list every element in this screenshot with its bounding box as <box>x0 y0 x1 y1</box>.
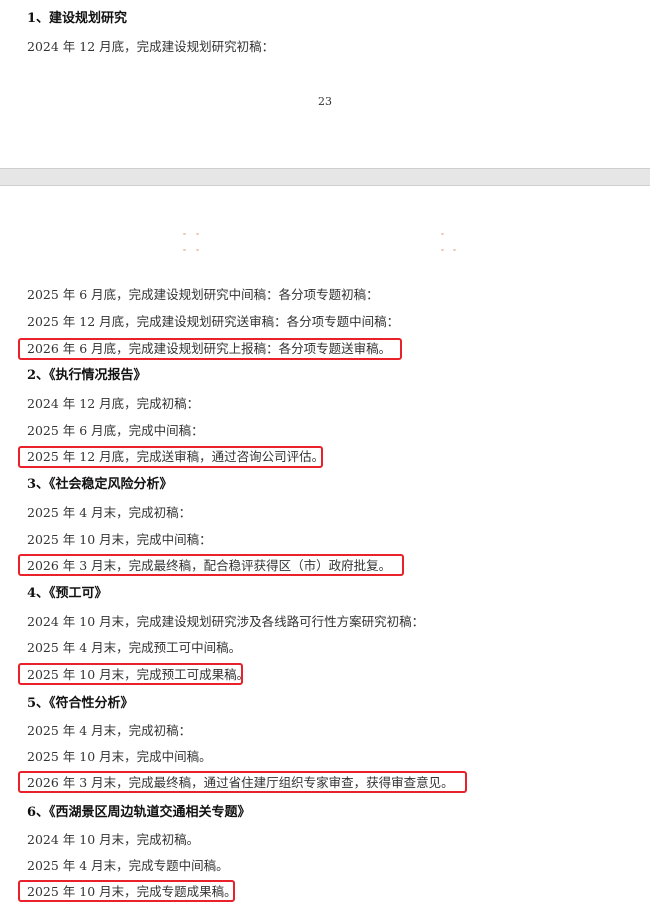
text-line: 2024 年 12 月底，完成建设规划研究初稿： <box>27 39 275 54</box>
text-line: 2025 年 10 月末，完成中间稿： <box>27 532 212 547</box>
section-heading-3: 3、《社会稳定风险分析》 <box>27 477 173 492</box>
section-heading-1: 1、建设规划研究 <box>27 11 128 26</box>
text-line: 2025 年 4 月末，完成初稿： <box>27 505 192 520</box>
page-separator <box>0 169 650 185</box>
text-line-highlighted: 2026 年 3 月末，完成最终稿，配合稳评获得区（市）政府批复。 <box>27 558 392 573</box>
document-page-23: 1、建设规划研究 2024 年 12 月底，完成建设规划研究初稿： 23 <box>0 0 650 169</box>
text-line: 2024 年 10 月末，完成建设规划研究涉及各线路可行性方案研究初稿： <box>27 614 425 629</box>
text-line: 2025 年 12 月底，完成建设规划研究送审稿：各分项专题中间稿： <box>27 314 400 329</box>
text-line: 2024 年 10 月末，完成初稿。 <box>27 832 200 847</box>
text-line-highlighted: 2025 年 10 月末，完成预工可成果稿。 <box>27 667 250 682</box>
scan-speck <box>453 249 456 251</box>
section-heading-4: 4、《预工可》 <box>27 586 108 601</box>
text-line-highlighted: 2026 年 3 月末，完成最终稿，通过省住建厅组织专家审查，获得审查意见。 <box>27 775 454 790</box>
text-line: 2025 年 4 月末，完成初稿： <box>27 723 192 738</box>
document-page-24: 2025 年 6 月底，完成建设规划研究中间稿：各分项专题初稿： 2025 年 … <box>0 185 650 913</box>
scan-speck <box>196 233 199 235</box>
text-line: 2025 年 6 月底，完成建设规划研究中间稿：各分项专题初稿： <box>27 287 379 302</box>
scan-speck <box>183 249 186 251</box>
scan-speck <box>441 249 444 251</box>
text-line: 2025 年 10 月末，完成中间稿。 <box>27 749 212 764</box>
page-number: 23 <box>318 95 332 108</box>
section-heading-5: 5、《符合性分析》 <box>27 696 134 711</box>
scan-speck <box>196 249 199 251</box>
text-line: 2024 年 12 月底，完成初稿： <box>27 396 200 411</box>
text-line-highlighted: 2025 年 12 月底，完成送审稿，通过咨询公司评估。 <box>27 449 325 464</box>
text-line-highlighted: 2025 年 10 月末，完成专题成果稿。 <box>27 884 237 899</box>
text-line: 2025 年 4 月末，完成预工可中间稿。 <box>27 640 242 655</box>
text-line-highlighted: 2026 年 6 月底，完成建设规划研究上报稿：各分项专题送审稿。 <box>27 341 392 356</box>
scan-speck <box>441 233 444 235</box>
section-heading-6: 6、《西湖景区周边轨道交通相关专题》 <box>27 805 251 820</box>
section-heading-2: 2、《执行情况报告》 <box>27 368 147 383</box>
text-line: 2025 年 6 月底，完成中间稿： <box>27 423 204 438</box>
text-line: 2025 年 4 月末，完成专题中间稿。 <box>27 858 229 873</box>
scan-speck <box>183 233 186 235</box>
